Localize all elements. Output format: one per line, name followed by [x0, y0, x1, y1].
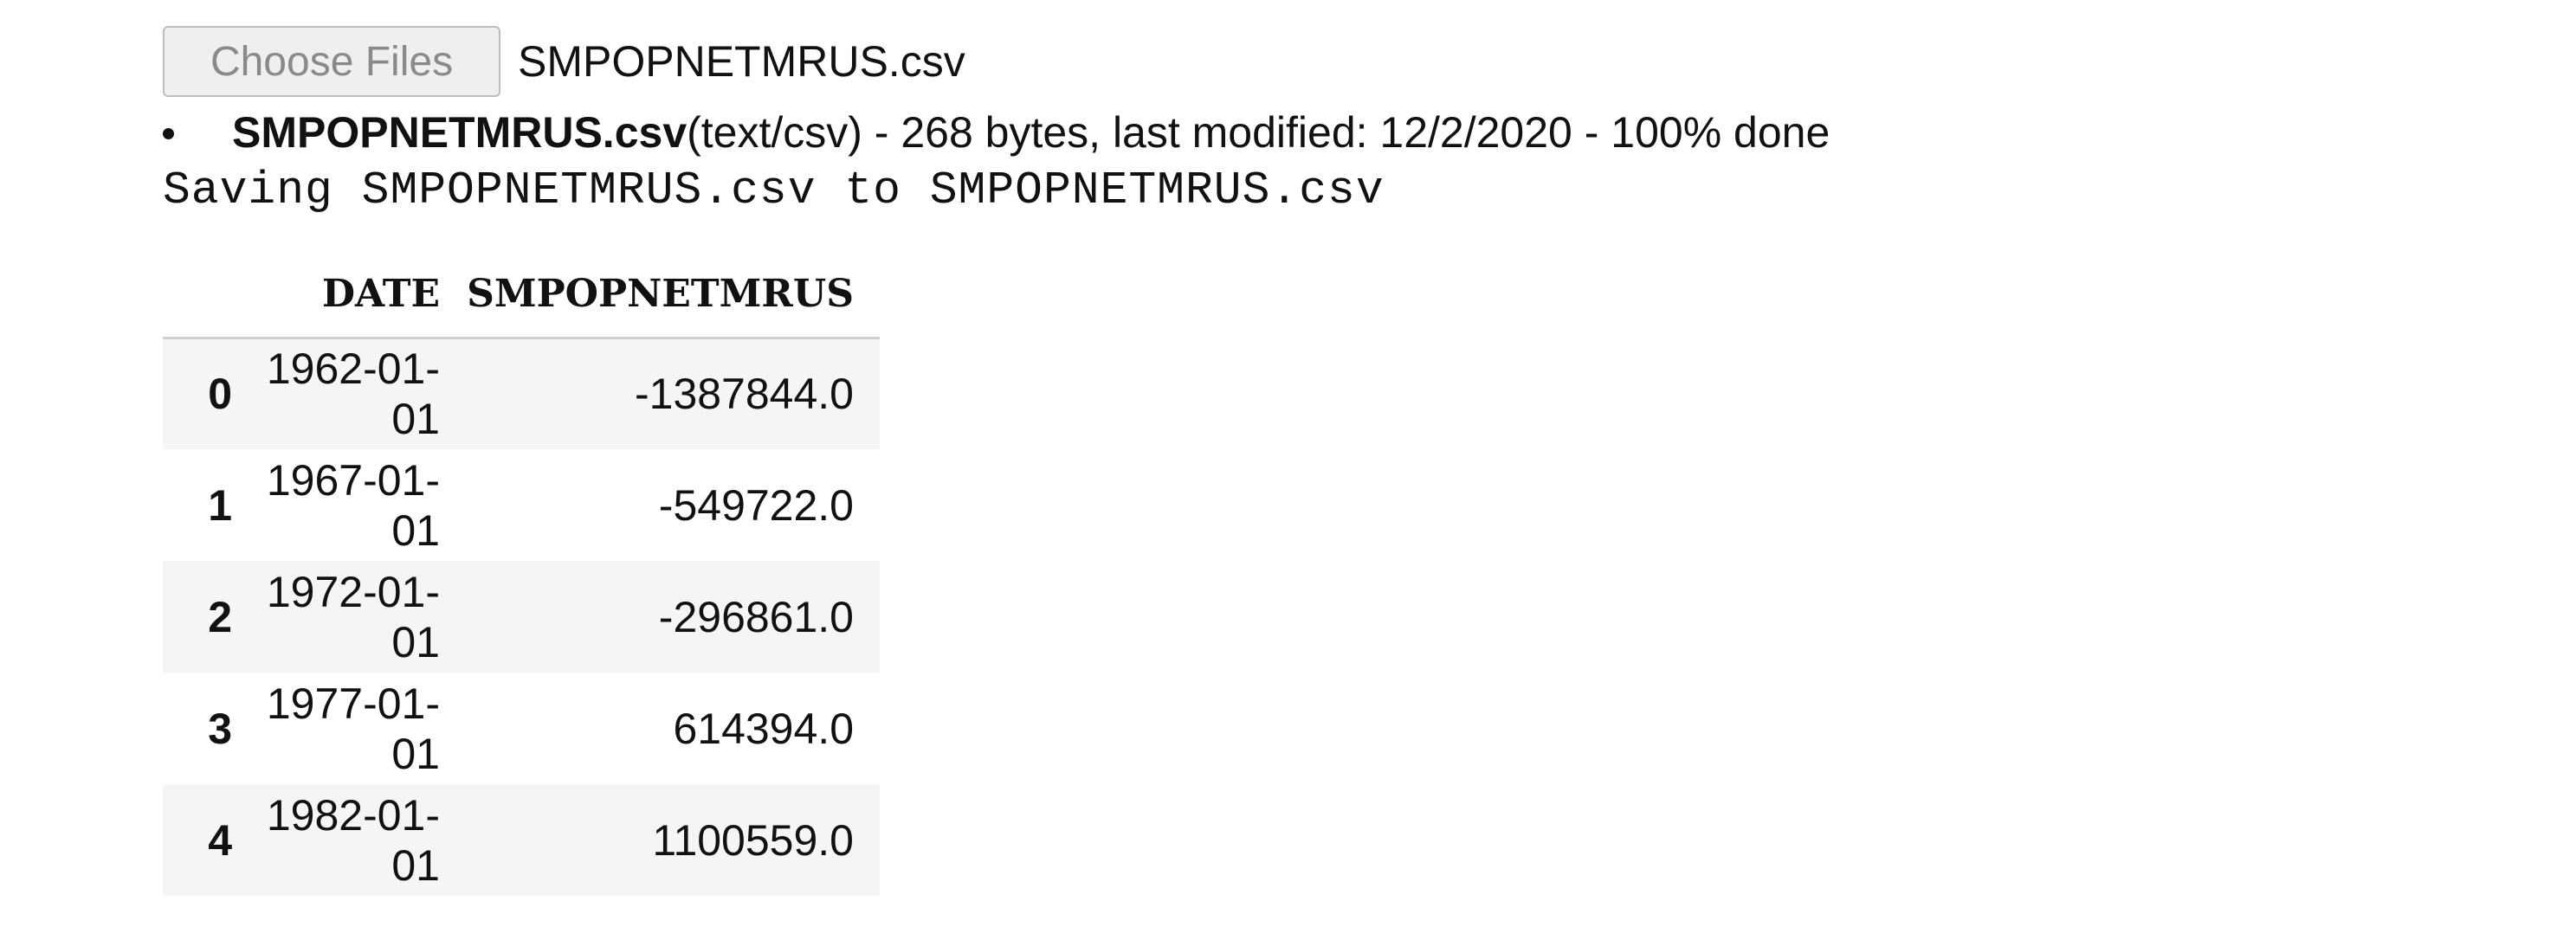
date-cell: 1982-01-01 — [266, 790, 440, 890]
value-cell: -296861.0 — [658, 592, 854, 641]
row-index: 4 — [208, 815, 232, 865]
column-header-value: SMPOPNETMRUS — [440, 251, 880, 339]
date-cell: 1977-01-01 — [266, 679, 440, 778]
table-row: 2 1972-01-01 -296861.0 — [163, 561, 880, 673]
value-cell: 614394.0 — [673, 704, 854, 753]
value-cell: -549722.0 — [658, 480, 854, 530]
row-index: 2 — [208, 592, 232, 641]
table-row: 3 1977-01-01 614394.0 — [163, 673, 880, 784]
table-row: 1 1967-01-01 -549722.0 — [163, 449, 880, 561]
table-row: 0 1962-01-01 -1387844.0 — [163, 338, 880, 449]
list-item: SMPOPNETMRUS.csv (text/csv) - 268 bytes,… — [163, 102, 1830, 163]
choose-files-button[interactable]: Choose Files — [163, 26, 500, 97]
uploaded-file-name: SMPOPNETMRUS.csv — [232, 108, 688, 157]
selected-file-name: SMPOPNETMRUS.csv — [518, 37, 965, 86]
bullet-icon — [163, 128, 174, 139]
table-row: 4 1982-01-01 1100559.0 — [163, 784, 880, 896]
row-index: 0 — [208, 370, 232, 419]
date-cell: 1972-01-01 — [266, 567, 440, 666]
column-header-date: DATE — [241, 251, 440, 339]
date-cell: 1967-01-01 — [266, 455, 440, 555]
value-cell: 1100559.0 — [652, 815, 854, 865]
file-upload-widget: Choose Files SMPOPNETMRUS.csv — [163, 26, 965, 97]
uploaded-file-details: (text/csv) - 268 bytes, last modified: 1… — [687, 108, 1830, 157]
column-header-index — [163, 251, 241, 339]
uploaded-file-list: SMPOPNETMRUS.csv (text/csv) - 268 bytes,… — [163, 102, 1830, 163]
row-index: 1 — [208, 480, 232, 530]
table-header-row: DATE SMPOPNETMRUS — [163, 251, 880, 339]
output-saving-message: Saving SMPOPNETMRUS.csv to SMPOPNETMRUS.… — [163, 164, 1385, 216]
date-cell: 1962-01-01 — [266, 344, 440, 444]
row-index: 3 — [208, 704, 232, 753]
value-cell: -1387844.0 — [634, 370, 854, 419]
dataframe-table: DATE SMPOPNETMRUS 0 1962-01-01 -1387844.… — [163, 251, 880, 896]
